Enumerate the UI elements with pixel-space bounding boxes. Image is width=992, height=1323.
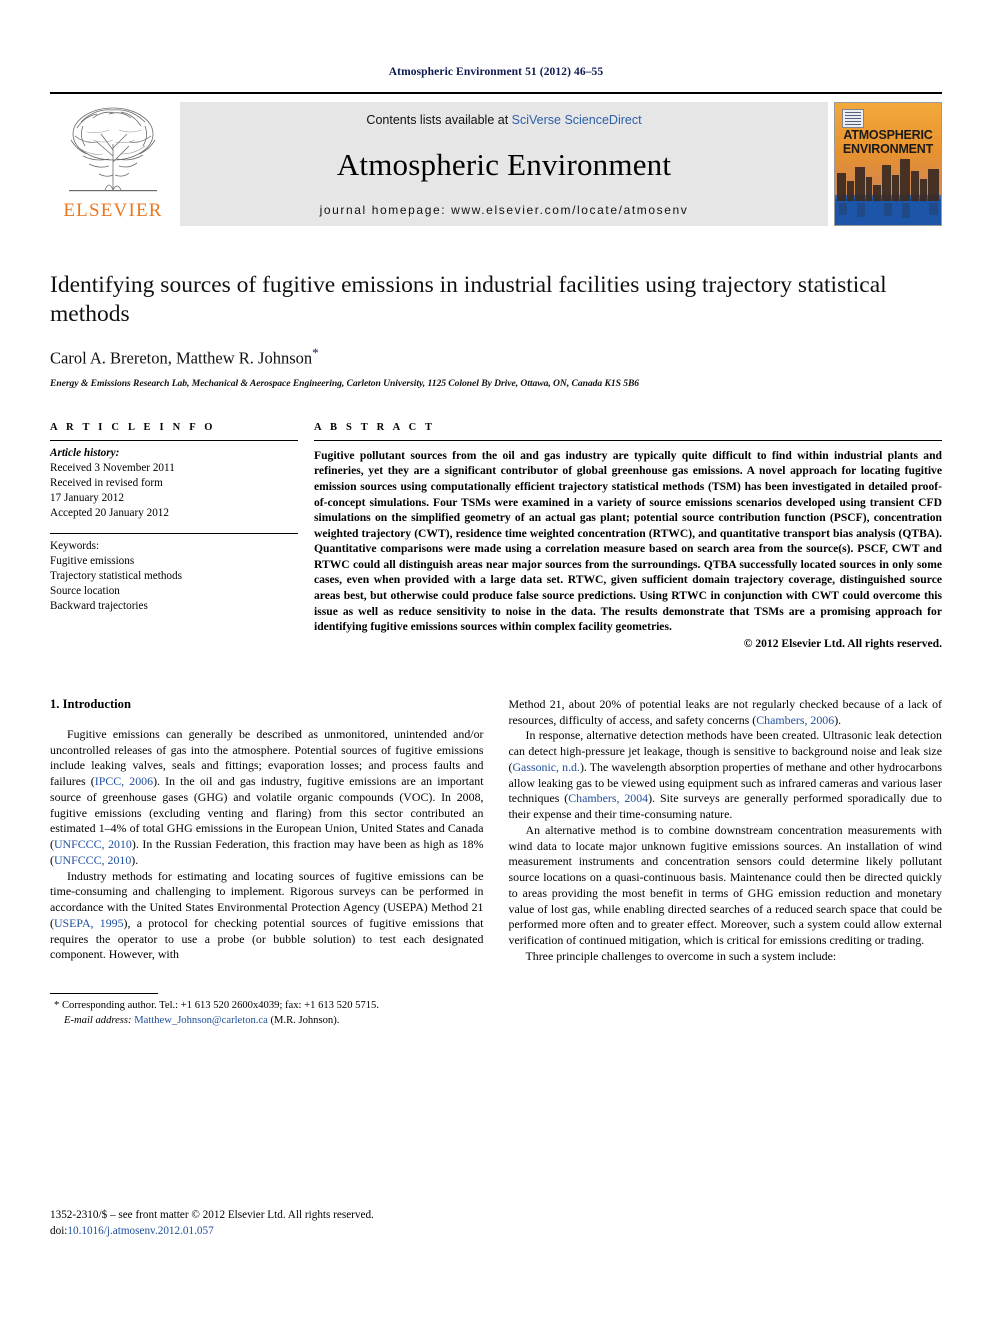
footnote-contact: Corresponding author. Tel.: +1 613 520 2… [61, 1000, 379, 1012]
author-list: Carol A. Brereton, Matthew R. Johnson* [50, 345, 942, 369]
corresponding-author-footnote: * Corresponding author. Tel.: +1 613 520… [50, 988, 484, 1028]
history-item: Received in revised form [50, 476, 163, 489]
journal-title: Atmospheric Environment [336, 147, 672, 182]
info-and-abstract: A R T I C L E I N F O Article history: R… [50, 422, 942, 650]
paragraph: An alternative method is to combine down… [508, 822, 943, 948]
paragraph: In response, alternative detection metho… [509, 728, 943, 823]
article-history-block: Article history: Received 3 November 201… [50, 441, 298, 521]
footnote-rule [50, 993, 158, 995]
paragraph-text: Method 21, about 20% of potential leaks … [508, 696, 943, 727]
abstract-column: A B S T R A C T Fugitive pollutant sourc… [314, 422, 942, 650]
issn-front-matter: 1352-2310/$ – see front matter © 2012 El… [50, 1209, 374, 1221]
body-right-column: Method 21, about 20% of potential leaks … [509, 697, 943, 1029]
page-title: Identifying sources of fugitive emission… [50, 272, 887, 327]
elsevier-logo: ELSEVIER [50, 102, 176, 226]
citation-link[interactable]: UNFCCC, 2010 [54, 853, 131, 867]
contents-available-line: Contents lists available at SciVerse Sci… [366, 113, 641, 127]
citation-link[interactable]: USEPA, 1995 [54, 916, 124, 930]
article-info-heading: A R T I C L E I N F O [50, 421, 216, 433]
paragraph: Fugitive emissions can generally be desc… [50, 727, 484, 869]
doi-line: doi:10.1016/j.atmosenv.2012.01.057 [50, 1224, 374, 1240]
journal-homepage-link[interactable]: journal homepage: www.elsevier.com/locat… [320, 203, 689, 217]
affiliation: Energy & Emissions Research Lab, Mechani… [50, 377, 640, 389]
keyword-item: Fugitive emissions [50, 554, 135, 567]
author-names: Carol A. Brereton, Matthew R. Johnson [50, 348, 313, 368]
paragraph-text: ). [131, 852, 139, 867]
cover-badge-icon [842, 109, 864, 128]
paragraph: Three principle challenges to overcome i… [525, 949, 837, 963]
history-item: Accepted 20 January 2012 [50, 506, 169, 519]
footnote-line-2: E-mail address: Matthew_Johnson@carleton… [50, 1014, 484, 1029]
keyword-item: Source location [50, 584, 120, 597]
corresponding-author-marker: * [312, 345, 319, 361]
keywords-block: Keywords: Fugitive emissions Trajectory … [50, 534, 298, 614]
citation-link[interactable]: Chambers, 2006 [756, 713, 834, 727]
citation-link[interactable]: UNFCCC, 2010 [54, 837, 132, 851]
keyword-item: Backward trajectories [50, 599, 148, 612]
email-link[interactable]: Matthew_Johnson@carleton.ca [134, 1015, 268, 1026]
paragraph: Industry methods for estimating and loca… [50, 869, 484, 964]
elsevier-tree-icon [69, 107, 157, 192]
abstract-text: Fugitive pollutant sources from the oil … [314, 448, 942, 634]
journal-cover-thumbnail: ATMOSPHERIC ENVIRONMENT [834, 102, 942, 226]
sciencedirect-link[interactable]: SciVerse ScienceDirect [512, 113, 642, 127]
email-owner: (M.R. Johnson). [270, 1014, 340, 1026]
cover-title-line-1: ATMOSPHERIC [843, 128, 933, 142]
paragraph-text: ). [834, 712, 842, 727]
body-columns: 1. Introduction Fugitive emissions can g… [50, 697, 942, 1029]
citation-link[interactable]: Chambers, 2004 [568, 791, 648, 805]
footnote-marker: * [54, 1000, 60, 1012]
section-heading-introduction: 1. Introduction [50, 696, 131, 711]
paper-page: Atmospheric Environment 51 (2012) 46–55 [0, 0, 992, 1323]
article-info-column: A R T I C L E I N F O Article history: R… [50, 422, 298, 650]
doi-label: doi: [50, 1224, 68, 1237]
title-block: Identifying sources of fugitive emission… [50, 271, 942, 389]
keyword-item: Trajectory statistical methods [50, 569, 182, 582]
history-item: 17 January 2012 [50, 491, 124, 504]
contents-prefix: Contents lists available at [366, 113, 512, 127]
article-history-label: Article history: [50, 446, 120, 459]
elsevier-wordmark: ELSEVIER [63, 200, 163, 221]
keywords-label: Keywords: [50, 539, 100, 552]
skyline-graphic-icon [835, 159, 941, 225]
abstract-heading: A B S T R A C T [314, 421, 436, 433]
history-item: Received 3 November 2011 [50, 461, 175, 474]
body-left-column: 1. Introduction Fugitive emissions can g… [50, 697, 484, 1029]
footnote-line-1: * Corresponding author. Tel.: +1 613 520… [50, 999, 484, 1014]
journal-masthead: ELSEVIER Contents lists available at Sci… [50, 92, 942, 226]
running-head: Atmospheric Environment 51 (2012) 46–55 [388, 66, 604, 78]
page-footer: 1352-2310/$ – see front matter © 2012 El… [50, 1208, 374, 1239]
citation-link[interactable]: IPCC, 2006 [95, 774, 153, 788]
paragraph: Method 21, about 20% of potential leaks … [509, 697, 943, 729]
doi-link[interactable]: 10.1016/j.atmosenv.2012.01.057 [67, 1225, 213, 1237]
email-address-label: E-mail address: [64, 1014, 132, 1026]
citation-link[interactable]: Gassonic, n.d. [512, 760, 580, 774]
abstract-copyright: © 2012 Elsevier Ltd. All rights reserved… [743, 636, 942, 650]
masthead-center-panel: Contents lists available at SciVerse Sci… [180, 102, 828, 226]
